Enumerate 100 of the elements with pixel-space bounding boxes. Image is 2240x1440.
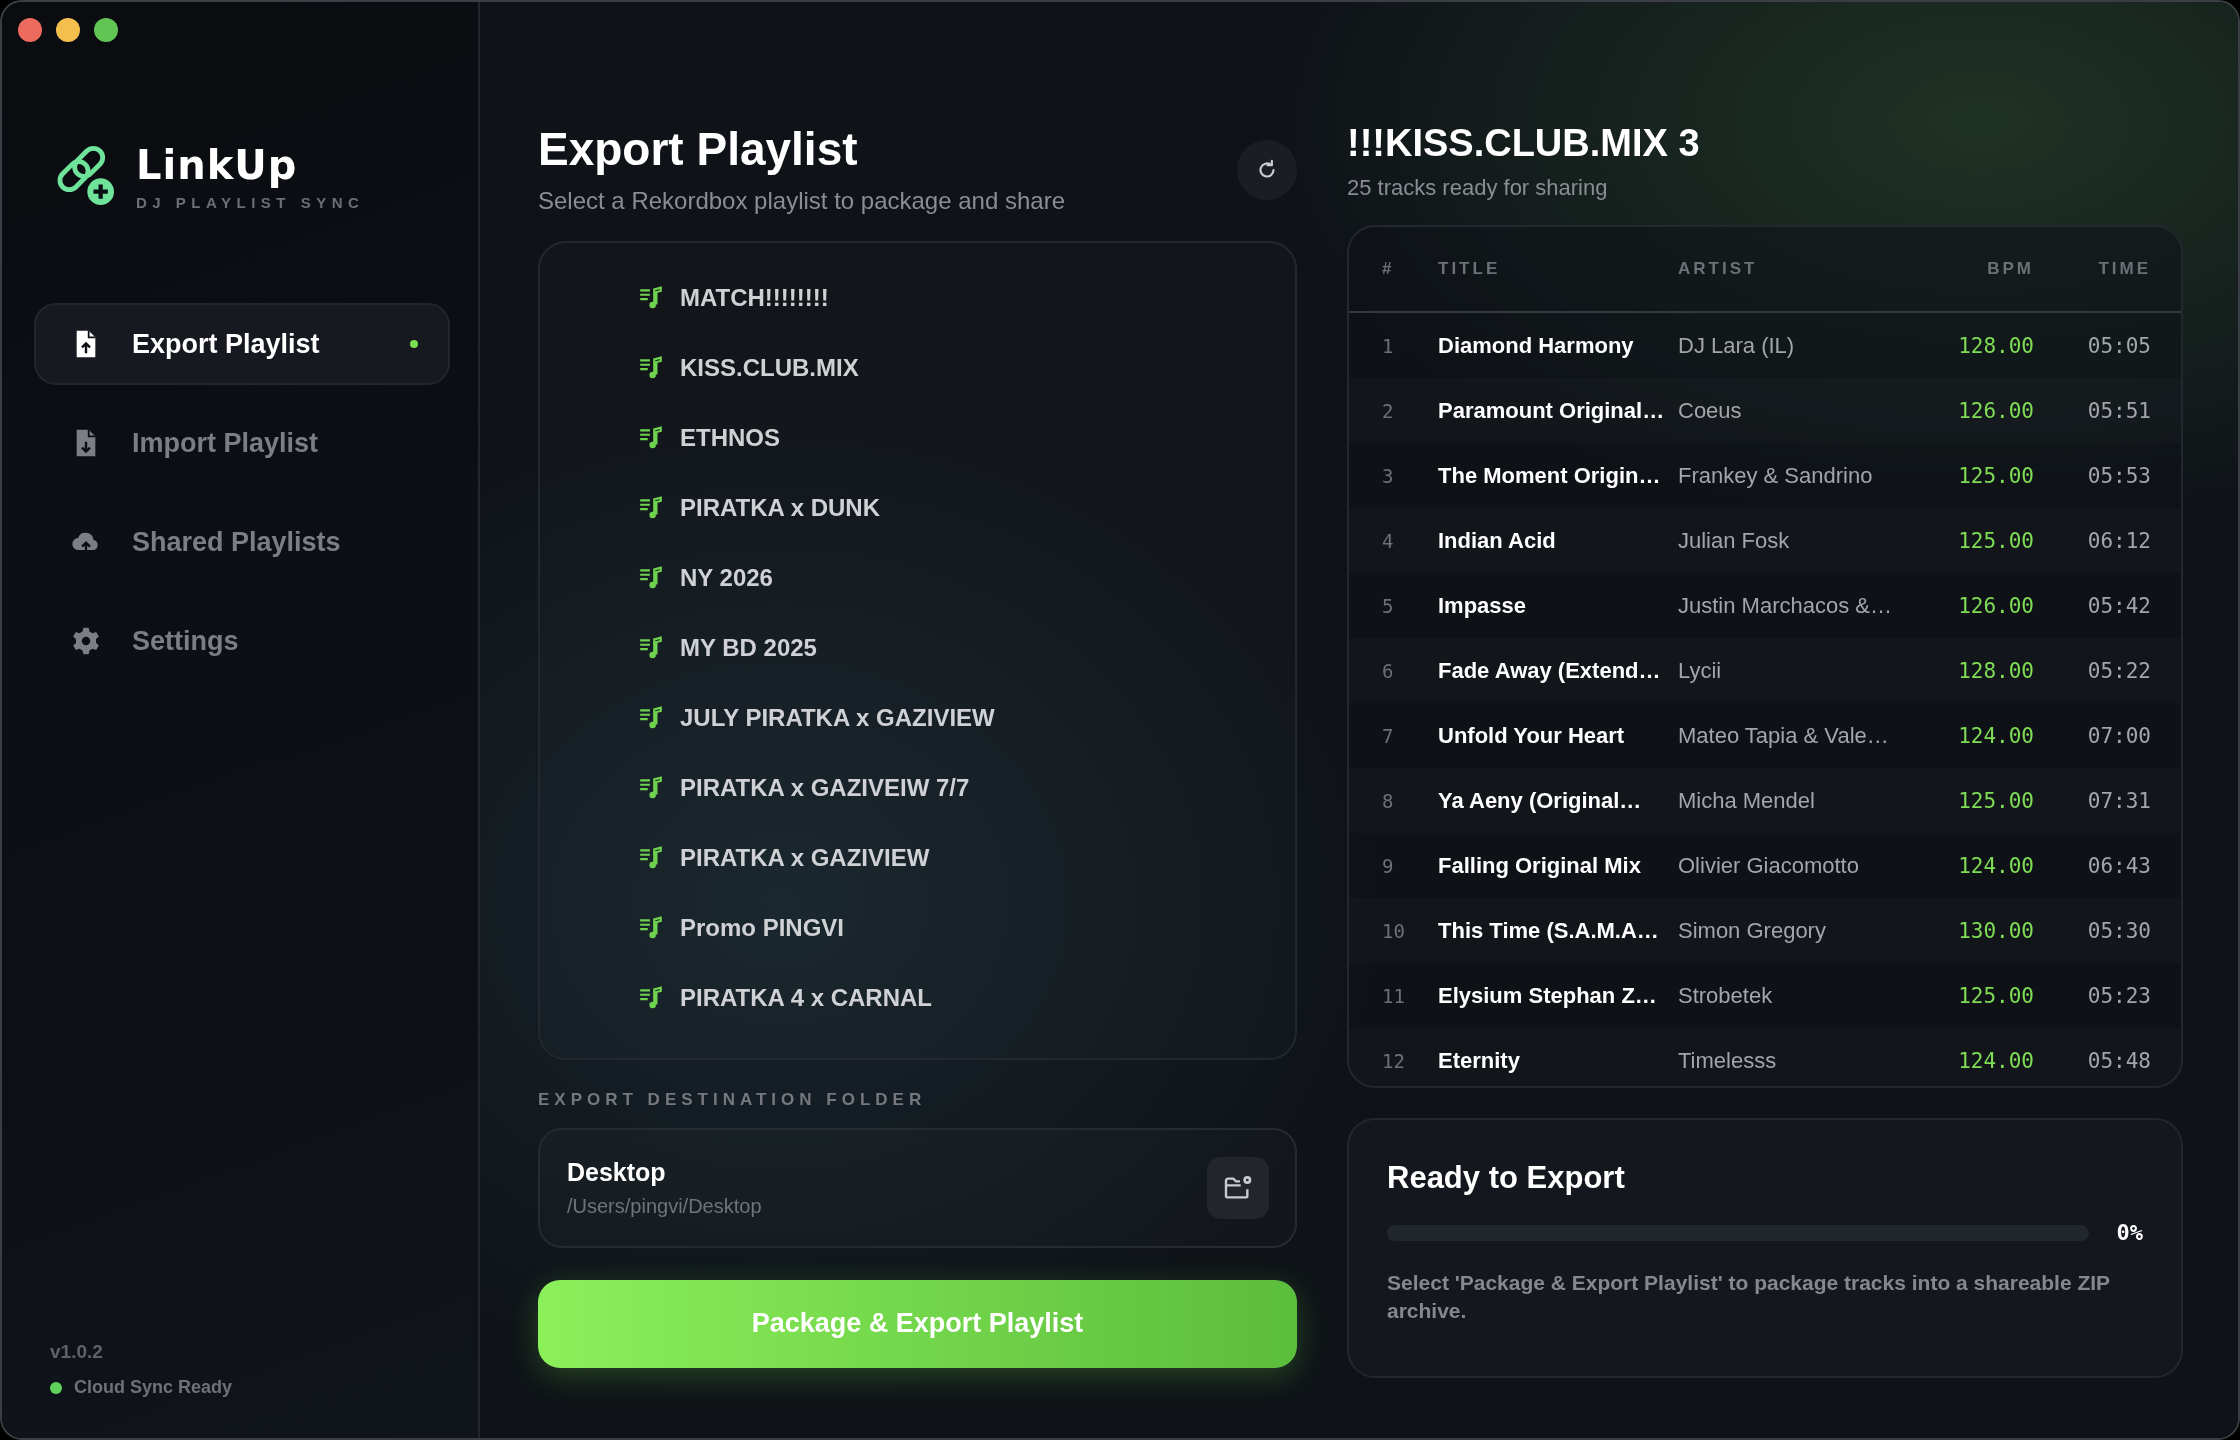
playlist-icon: [638, 984, 664, 1011]
table-cell-text: Falling Original Mix: [1438, 852, 1642, 879]
table-cell-text: Mateo Tapia & Vale…: [1678, 722, 1890, 749]
table-cell-text: 124.00: [1957, 853, 2034, 878]
playlist-item[interactable]: PIRATKA x GAZIVEIW 7/7: [638, 752, 1295, 823]
table-cell-text: Eternity: [1438, 1047, 1521, 1074]
table-cell-text: Strobetek: [1678, 982, 1774, 1009]
playlist-icon: [638, 844, 664, 871]
table-cell-text: Frankey & Sandrino: [1678, 462, 1874, 489]
choose-folder-button[interactable]: [1207, 1156, 1269, 1219]
playlist-title: !!!KISS.CLUB.MIX 3: [1347, 122, 1701, 165]
nav-item[interactable]: Settings: [34, 600, 450, 682]
app-tagline: DJ PLAYLIST SYNC: [136, 194, 365, 211]
table-cell-text: 05:22: [2086, 658, 2151, 683]
table-cell-text: 05:53: [2086, 463, 2151, 488]
table-cell-text: Indian Acid: [1438, 527, 1557, 554]
playlist-icon: [638, 564, 664, 591]
playlist-icon: [638, 634, 664, 661]
table-cell-text: 3: [1382, 464, 1395, 487]
table-cell-text: Paramount Original…: [1438, 397, 1666, 424]
table-cell-text: Micha Mendel: [1678, 787, 1816, 814]
table-cell-text: 11: [1382, 984, 1406, 1007]
table-cell-text: 1: [1382, 334, 1395, 357]
folder-path: /Users/pingvi/Desktop: [567, 1194, 763, 1218]
table-cell-text: Simon Gregory: [1678, 917, 1827, 944]
playlist-item[interactable]: Promo PINGVI: [638, 892, 1295, 963]
table-cell-text: 126.00: [1957, 398, 2034, 423]
nav-item[interactable]: Export Playlist: [34, 303, 450, 385]
table-cell-text: Julian Fosk: [1678, 527, 1791, 554]
page-subtitle: Select a Rekordbox playlist to package and share: [538, 186, 1065, 215]
playlist-item[interactable]: PIRATKA x DUNK: [638, 472, 1295, 543]
playlist-icon: [638, 284, 664, 311]
table-cell-text: 05:05: [2086, 333, 2151, 358]
table-cell-text: 125.00: [1957, 983, 2034, 1008]
playlist-item[interactable]: PIRATKA x GAZIVIEW: [638, 822, 1295, 893]
table-cell-text: 05:51: [2086, 398, 2151, 423]
table-cell-text: The Moment Origin…: [1438, 462, 1662, 489]
table-cell-text: Fade Away (Extend…: [1438, 657, 1662, 684]
table-cell-text: 06:12: [2086, 528, 2151, 553]
nav-item[interactable]: Import Playlist: [34, 402, 450, 484]
table-cell-text: Diamond Harmony: [1438, 332, 1635, 359]
table-cell-text: Elysium Stephan Z…: [1438, 982, 1658, 1009]
playlist-item[interactable]: MATCH!!!!!!!!: [638, 262, 1295, 333]
table-cell-text: Impasse: [1438, 592, 1528, 619]
table-cell-text: 07:31: [2086, 788, 2151, 813]
column-header: TIME: [2097, 259, 2151, 279]
table-cell-text: 9: [1382, 854, 1395, 877]
table-cell-text: DJ Lara (IL): [1678, 332, 1796, 359]
table-cell-text: Unfold Your Heart: [1438, 722, 1626, 749]
track-count: 25 tracks ready for sharing: [1347, 175, 1609, 201]
playlist-item[interactable]: KISS.CLUB.MIX: [638, 332, 1295, 403]
active-indicator: [410, 340, 418, 348]
table-cell-text: Lycii: [1678, 657, 1723, 684]
table-cell-text: 12: [1382, 1049, 1406, 1072]
table-cell-text: 05:23: [2086, 983, 2151, 1008]
table-cell-text: 124.00: [1957, 723, 2034, 748]
playlist-item[interactable]: JULY PIRATKA x GAZIVIEW: [638, 682, 1295, 753]
playlist-item[interactable]: ETHNOS: [638, 402, 1295, 473]
table-cell-text: 125.00: [1957, 463, 2034, 488]
table-cell-text: 2: [1382, 399, 1395, 422]
table-cell-text: 7: [1382, 724, 1395, 747]
table-cell-text: This Time (S.A.M.A…: [1438, 917, 1660, 944]
table-cell-text: 6: [1382, 659, 1395, 682]
table-cell-text: 07:00: [2086, 723, 2151, 748]
close-button[interactable]: [18, 18, 42, 42]
progress-message: Select 'Package & Export Playlist' to package tracks into a shareable ZIP archive.: [1387, 1270, 2111, 1324]
page-title: Export Playlist: [538, 124, 859, 175]
table-cell-text: 8: [1382, 789, 1395, 812]
table-cell-text: Coeus: [1678, 397, 1743, 424]
playlist-item[interactable]: MY BD 2025: [638, 612, 1295, 683]
table-cell-text: 128.00: [1957, 658, 2034, 683]
playlist-item[interactable]: NY 2026: [638, 542, 1295, 613]
table-cell-text: 10: [1382, 919, 1406, 942]
column-header: TITLE: [1438, 259, 1502, 279]
column-header: BPM: [1986, 259, 2034, 279]
version-label: v1.0.2: [50, 1341, 104, 1363]
progress-reading: 0%: [2116, 1220, 2143, 1245]
progress-title: Ready to Export: [1387, 1160, 1626, 1196]
app-name: LinkUp: [136, 142, 299, 188]
table-cell-text: 124.00: [1957, 1048, 2034, 1073]
table-cell-text: Ya Aeny (Original…: [1438, 787, 1643, 814]
nav-item[interactable]: Shared Playlists: [34, 501, 450, 583]
table-cell-text: 130.00: [1957, 918, 2034, 943]
table-cell-text: 05:42: [2086, 593, 2151, 618]
folder-name: Desktop: [567, 1157, 667, 1187]
settings-icon: [70, 625, 102, 657]
minimize-button[interactable]: [56, 18, 80, 42]
section-label: EXPORT DESTINATION FOLDER: [538, 1089, 928, 1110]
zoom-button[interactable]: [94, 18, 118, 42]
table-cell-text: 06:43: [2086, 853, 2151, 878]
table-cell-text: 05:48: [2086, 1048, 2151, 1073]
playlist-icon: [638, 704, 664, 731]
table-cell-text: 126.00: [1957, 593, 2034, 618]
table-cell-text: Olivier Giacomotto: [1678, 852, 1860, 879]
playlist-item[interactable]: PIRATKA 4 x CARNAL: [638, 962, 1295, 1033]
column-header: #: [1382, 259, 1396, 279]
status-text: Cloud Sync Ready: [74, 1377, 233, 1398]
table-cell-text: 125.00: [1957, 528, 2034, 553]
playlist-icon: [638, 774, 664, 801]
table-cell-text: 5: [1382, 594, 1395, 617]
